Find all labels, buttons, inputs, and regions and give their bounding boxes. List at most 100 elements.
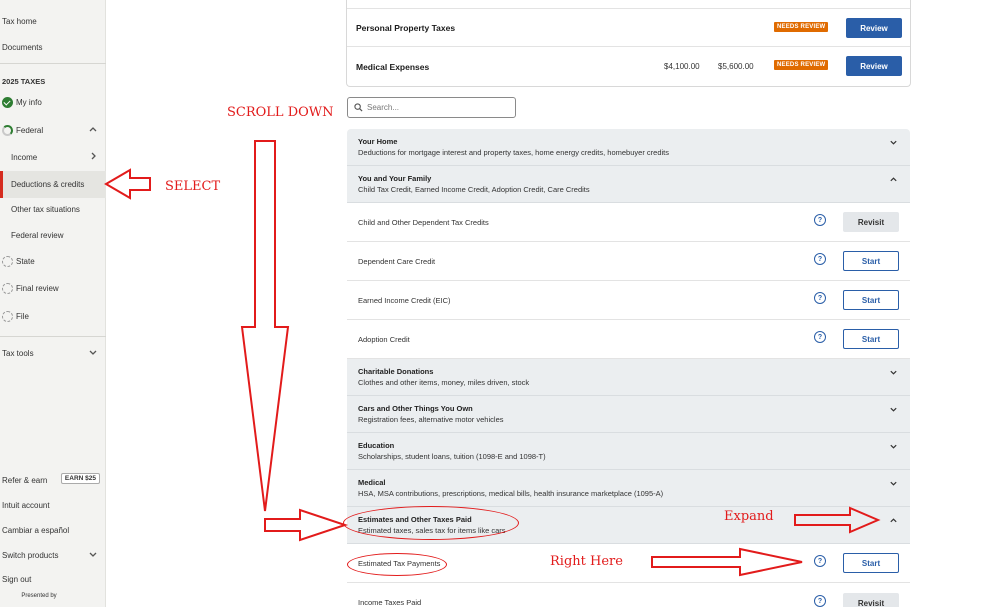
annotation-scroll-down: SCROLL DOWN xyxy=(227,105,334,120)
category-title: Education xyxy=(358,441,395,450)
sidebar-item-label: Federal xyxy=(16,125,44,135)
needs-review-badge: NEEDS REVIEW xyxy=(774,22,829,32)
list-item-adoption: Adoption Credit ? Start xyxy=(347,320,910,359)
category-charity[interactable]: Charitable Donations Clothes and other i… xyxy=(347,359,910,396)
scroll-down-arrow xyxy=(240,140,290,512)
help-icon[interactable]: ? xyxy=(814,331,826,343)
category-education[interactable]: Education Scholarships, student loans, t… xyxy=(347,433,910,470)
sidebar-item-label: Tax tools xyxy=(2,348,34,358)
section-title-text: 2025 TAXES xyxy=(2,76,46,86)
sidebar-item-tax-tools[interactable]: Tax tools xyxy=(0,342,106,364)
list-item-label: Dependent Care Credit xyxy=(358,257,436,266)
review-row-label: Medical Expenses xyxy=(356,61,430,72)
chevron-up-icon xyxy=(890,518,897,523)
sidebar-item-file[interactable]: File xyxy=(0,305,106,327)
sidebar-item-intuit-account[interactable]: Intuit account xyxy=(0,494,106,516)
revisit-button[interactable]: Revisit xyxy=(843,593,899,607)
needs-review-badge: NEEDS REVIEW xyxy=(774,60,829,70)
earn-badge: EARN $25 xyxy=(60,473,100,484)
sidebar-item-espanol[interactable]: Cambiar a español xyxy=(0,519,106,541)
sidebar-item-sign-out[interactable]: Sign out xyxy=(0,568,106,590)
chevron-up-icon xyxy=(890,177,897,182)
help-icon[interactable]: ? xyxy=(814,595,826,607)
start-button[interactable]: Start xyxy=(843,251,899,271)
review-button[interactable]: Review xyxy=(846,18,902,38)
sidebar-item-deductions[interactable]: Deductions & credits xyxy=(0,171,106,198)
sidebar-item-documents[interactable]: Documents xyxy=(0,36,106,58)
category-title: You and Your Family xyxy=(358,174,432,183)
start-button[interactable]: Start xyxy=(843,290,899,310)
sidebar-item-label: State xyxy=(16,256,35,266)
sidebar-item-other-situations[interactable]: Other tax situations xyxy=(0,198,106,220)
chevron-down-icon xyxy=(890,481,897,486)
review-card: Personal Property Taxes NEEDS REVIEW Rev… xyxy=(346,0,911,87)
sidebar-item-label: My info xyxy=(16,97,42,107)
help-icon[interactable]: ? xyxy=(814,214,826,226)
chevron-down-icon xyxy=(890,370,897,375)
sidebar-item-state[interactable]: State xyxy=(0,250,106,272)
review-button[interactable]: Review xyxy=(846,56,902,76)
list-item-label: Income Taxes Paid xyxy=(358,598,422,607)
sidebar-item-refer[interactable]: Refer & earn EARN $25 xyxy=(0,469,106,491)
category-cars[interactable]: Cars and Other Things You Own Registrati… xyxy=(347,396,910,433)
sidebar-item-label: Cambiar a español xyxy=(2,525,70,535)
sidebar-item-federal-review[interactable]: Federal review xyxy=(0,224,106,246)
presented-by-text: Presented by xyxy=(21,593,57,599)
amount-current: $5,600.00 xyxy=(718,62,754,71)
start-button[interactable]: Start xyxy=(843,329,899,349)
category-desc: Child Tax Credit, Earned Income Credit, … xyxy=(358,185,590,194)
category-your-home[interactable]: Your Home Deductions for mortgage intere… xyxy=(347,129,910,166)
sidebar-item-switch-products[interactable]: Switch products xyxy=(0,544,106,566)
sidebar-item-income[interactable]: Income xyxy=(0,146,106,168)
sidebar-item-label: Tax home xyxy=(2,16,37,26)
pending-circle-icon xyxy=(2,282,13,294)
list-item-eic: Earned Income Credit (EIC) ? Start xyxy=(347,281,910,320)
sidebar-item-label: Final review xyxy=(16,283,59,293)
help-icon[interactable]: ? xyxy=(814,253,826,265)
amount-prior: $4,100.00 xyxy=(664,62,700,71)
sidebar-section-title: 2025 TAXES xyxy=(0,70,106,92)
sidebar-item-label: Documents xyxy=(2,42,43,52)
presented-by: Presented by xyxy=(0,588,106,604)
revisit-button[interactable]: Revisit xyxy=(843,212,899,232)
review-row: Medical Expenses $4,100.00 $5,600.00 NEE… xyxy=(347,47,910,86)
category-desc: Scholarships, student loans, tuition (10… xyxy=(358,452,546,461)
sidebar-item-label: Intuit account xyxy=(2,500,50,510)
chevron-down-icon xyxy=(890,444,897,449)
sidebar-item-label: Switch products xyxy=(2,550,59,560)
pending-circle-icon xyxy=(2,310,13,322)
category-desc: Clothes and other items, money, miles dr… xyxy=(358,378,530,387)
pending-circle-icon xyxy=(2,255,13,267)
chevron-right-icon xyxy=(91,152,96,160)
sidebar-item-my-info[interactable]: My info xyxy=(0,91,106,113)
search-input[interactable]: Search... xyxy=(347,97,516,118)
annotation-right-here: Right Here xyxy=(550,554,623,569)
annotation-ellipse-payments xyxy=(347,553,447,576)
sidebar-item-federal[interactable]: Federal xyxy=(0,119,106,141)
category-medical[interactable]: Medical HSA, MSA contributions, prescrip… xyxy=(347,470,910,507)
list-item-child-dependent: Child and Other Dependent Tax Credits ? … xyxy=(347,203,910,242)
chevron-up-icon xyxy=(89,127,97,132)
start-button[interactable]: Start xyxy=(843,553,899,573)
help-icon[interactable]: ? xyxy=(814,555,826,567)
chevron-down-icon xyxy=(89,350,97,355)
chevron-down-icon xyxy=(89,552,97,557)
category-title: Medical xyxy=(358,478,386,487)
sidebar-item-final-review[interactable]: Final review xyxy=(0,277,106,299)
sidebar-divider xyxy=(0,63,106,64)
category-family[interactable]: You and Your Family Child Tax Credit, Ea… xyxy=(347,166,910,203)
sidebar-item-label: Sign out xyxy=(2,574,32,584)
category-desc: Deductions for mortgage interest and pro… xyxy=(358,148,669,157)
list-item-dependent-care: Dependent Care Credit ? Start xyxy=(347,242,910,281)
review-row-label: Personal Property Taxes xyxy=(356,22,456,33)
chevron-down-icon xyxy=(890,407,897,412)
sidebar-divider xyxy=(0,336,106,337)
sidebar: Tax home Documents 2025 TAXES My info Fe… xyxy=(0,0,106,607)
search-icon xyxy=(354,103,363,112)
help-icon[interactable]: ? xyxy=(814,292,826,304)
sidebar-item-tax-home[interactable]: Tax home xyxy=(0,10,106,32)
category-desc: Registration fees, alternative motor veh… xyxy=(358,415,504,424)
category-desc: HSA, MSA contributions, prescriptions, m… xyxy=(358,489,664,498)
sidebar-item-label: Refer & earn xyxy=(2,475,48,485)
category-title: Cars and Other Things You Own xyxy=(358,404,473,413)
